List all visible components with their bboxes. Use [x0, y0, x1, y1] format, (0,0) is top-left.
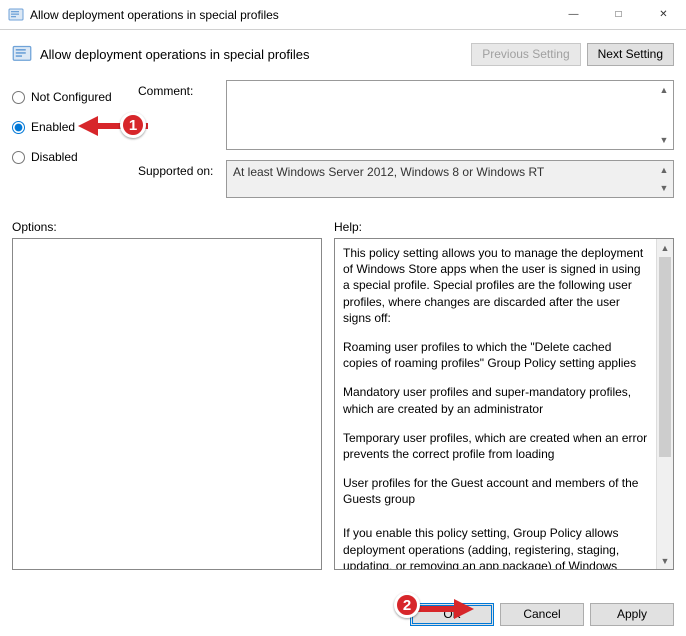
policy-title: Allow deployment operations in special p… — [40, 47, 471, 62]
radio-enabled[interactable]: Enabled — [12, 114, 138, 140]
radio-not-configured[interactable]: Not Configured — [12, 84, 138, 110]
ok-button[interactable]: OK — [410, 603, 494, 626]
comment-label: Comment: — [138, 80, 226, 150]
help-panel-container: This policy setting allows you to manage… — [334, 238, 674, 570]
dialog-footer: OK Cancel Apply — [0, 596, 686, 632]
help-text: Roaming user profiles to which the "Dele… — [343, 339, 648, 371]
scroll-up-icon[interactable]: ▲ — [656, 162, 672, 178]
apply-button[interactable]: Apply — [590, 603, 674, 626]
close-button[interactable]: ✕ — [641, 0, 686, 29]
scroll-up-icon[interactable]: ▲ — [657, 239, 673, 256]
radio-not-configured-label: Not Configured — [31, 90, 112, 104]
scrollbar-thumb[interactable] — [659, 257, 671, 457]
policy-header: Allow deployment operations in special p… — [0, 30, 686, 78]
help-text: Temporary user profiles, which are creat… — [343, 430, 648, 462]
help-panel: This policy setting allows you to manage… — [335, 239, 656, 569]
help-text: This policy setting allows you to manage… — [343, 245, 648, 326]
comment-input[interactable]: ▲ ▼ — [226, 80, 674, 150]
help-text: If you enable this policy setting, Group… — [343, 525, 648, 569]
options-panel — [12, 238, 322, 570]
scroll-down-icon[interactable]: ▼ — [656, 180, 672, 196]
scroll-up-icon[interactable]: ▲ — [656, 82, 672, 98]
titlebar: Allow deployment operations in special p… — [0, 0, 686, 30]
policy-icon — [12, 44, 32, 64]
cancel-button[interactable]: Cancel — [500, 603, 584, 626]
help-label: Help: — [334, 220, 362, 234]
window-controls: — □ ✕ — [551, 0, 686, 29]
radio-disabled-input[interactable] — [12, 151, 25, 164]
radio-disabled-label: Disabled — [31, 150, 78, 164]
policy-icon — [8, 7, 24, 23]
window-title: Allow deployment operations in special p… — [30, 8, 551, 22]
state-radios: Not Configured Enabled Disabled — [12, 80, 138, 208]
help-text: User profiles for the Guest account and … — [343, 475, 648, 507]
previous-setting-button[interactable]: Previous Setting — [471, 43, 580, 66]
radio-not-configured-input[interactable] — [12, 91, 25, 104]
radio-disabled[interactable]: Disabled — [12, 144, 138, 170]
help-scrollbar[interactable]: ▲ ▼ — [656, 239, 673, 569]
help-text: Mandatory user profiles and super-mandat… — [343, 384, 648, 416]
state-section: Not Configured Enabled Disabled Comment:… — [0, 78, 686, 216]
minimize-button[interactable]: — — [551, 0, 596, 29]
scroll-down-icon[interactable]: ▼ — [657, 552, 673, 569]
supported-on-label: Supported on: — [138, 160, 226, 198]
maximize-button[interactable]: □ — [596, 0, 641, 29]
scroll-down-icon[interactable]: ▼ — [656, 132, 672, 148]
supported-on-value: At least Windows Server 2012, Windows 8 … — [226, 160, 674, 198]
next-setting-button[interactable]: Next Setting — [587, 43, 674, 66]
options-label: Options: — [12, 220, 334, 234]
radio-enabled-input[interactable] — [12, 121, 25, 134]
radio-enabled-label: Enabled — [31, 120, 75, 134]
